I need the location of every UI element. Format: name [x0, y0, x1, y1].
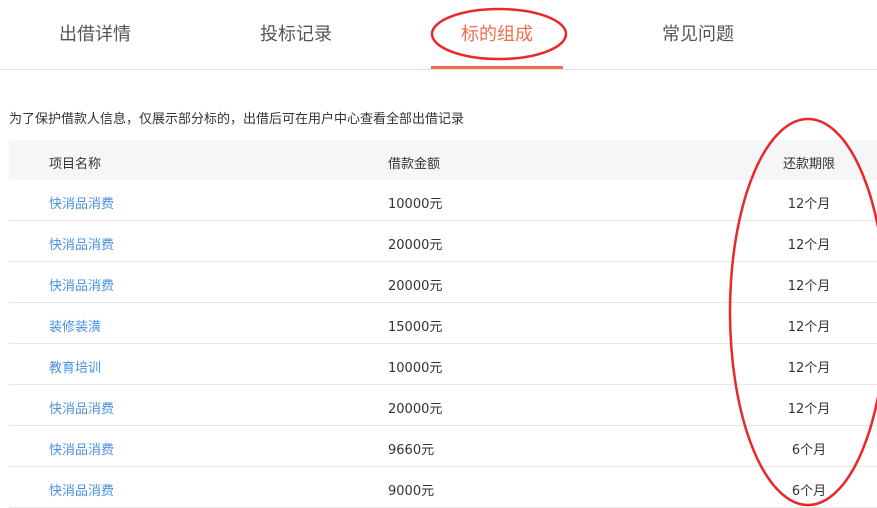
header-loan-amount: 借款金额	[388, 157, 441, 172]
tab-faq[interactable]: 常见问题	[632, 20, 764, 46]
header-project-name: 项目名称	[49, 157, 102, 172]
table-row: 快消品消费 20000元 12个月	[9, 262, 877, 303]
project-name-link[interactable]: 快消品消费	[49, 398, 114, 417]
active-tab-indicator	[431, 66, 563, 69]
project-name-link[interactable]: 快消品消费	[49, 193, 114, 212]
repayment-term: 12个月	[787, 238, 831, 253]
repayment-term: 12个月	[787, 402, 831, 417]
table-row: 装修装潢 15000元 12个月	[9, 303, 877, 344]
loan-table: 项目名称 借款金额 还款期限 快消品消费 10000元 12个月 快消品消费 20…	[9, 140, 877, 508]
table-row: 快消品消费 9660元 6个月	[9, 426, 877, 467]
project-name-link[interactable]: 快消品消费	[49, 234, 114, 253]
loan-amount: 15000元	[388, 320, 443, 335]
project-name-link[interactable]: 快消品消费	[49, 275, 114, 294]
repayment-term: 12个月	[787, 320, 831, 335]
table-row: 快消品消费 20000元 12个月	[9, 385, 877, 426]
project-name-link[interactable]: 装修装潢	[49, 316, 101, 335]
loan-amount: 9000元	[388, 484, 435, 499]
repayment-term: 12个月	[787, 197, 831, 212]
table-row: 快消品消费 10000元 12个月	[9, 180, 877, 221]
project-name-link[interactable]: 教育培训	[49, 357, 101, 376]
header-repayment-term: 还款期限	[782, 157, 835, 172]
tab-lending-details[interactable]: 出借详情	[29, 20, 161, 46]
table-row: 快消品消费 9000元 6个月	[9, 467, 877, 508]
loan-amount: 20000元	[388, 238, 443, 253]
table-row: 快消品消费 20000元 12个月	[9, 221, 877, 262]
project-name-link[interactable]: 快消品消费	[49, 439, 114, 458]
repayment-term: 12个月	[787, 361, 831, 376]
tab-bar: 出借详情 投标记录 标的组成 常见问题	[0, 0, 877, 70]
loan-amount: 10000元	[388, 361, 443, 376]
repayment-term: 12个月	[787, 279, 831, 294]
loan-amount: 10000元	[388, 197, 443, 212]
privacy-notice: 为了保护借款人信息，仅展示部分标的，出借后可在用户中心查看全部出借记录	[9, 112, 465, 127]
loan-amount: 9660元	[388, 443, 435, 458]
table-header: 项目名称 借款金额 还款期限	[9, 140, 877, 180]
table-row: 教育培训 10000元 12个月	[9, 344, 877, 385]
loan-amount: 20000元	[388, 279, 443, 294]
tab-loan-composition[interactable]: 标的组成	[431, 20, 563, 46]
repayment-term: 6个月	[791, 443, 827, 458]
loan-amount: 20000元	[388, 402, 443, 417]
tab-bid-records[interactable]: 投标记录	[230, 20, 362, 46]
project-name-link[interactable]: 快消品消费	[49, 480, 114, 499]
repayment-term: 6个月	[791, 484, 827, 499]
